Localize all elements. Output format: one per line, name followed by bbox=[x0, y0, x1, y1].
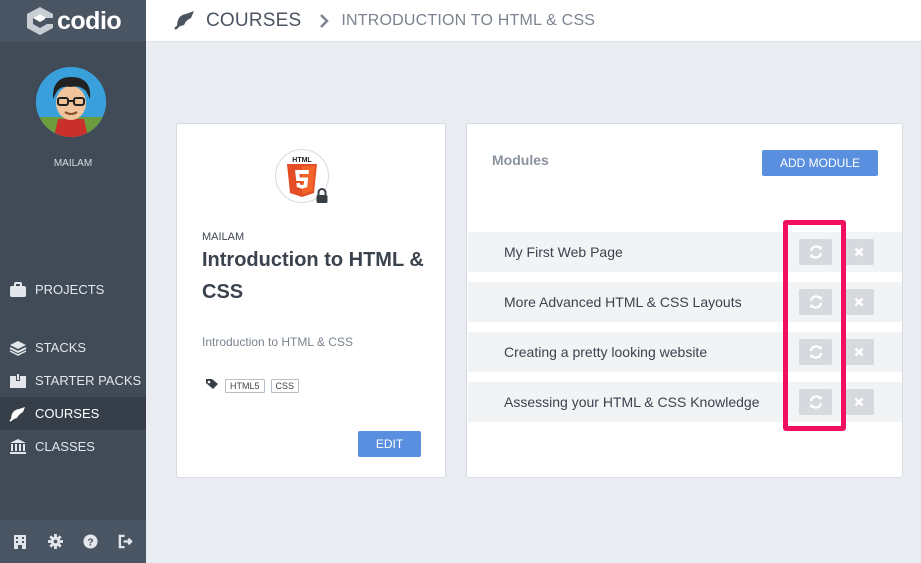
highlight-annotation bbox=[783, 220, 846, 431]
module-name[interactable]: Assessing your HTML & CSS Knowledge bbox=[504, 394, 759, 410]
nav-item-courses[interactable]: COURSES bbox=[0, 397, 146, 430]
user-avatar-image bbox=[36, 67, 106, 137]
user-name: MAILAM bbox=[53, 158, 93, 169]
close-icon bbox=[854, 347, 863, 357]
module-name[interactable]: Creating a pretty looking website bbox=[504, 344, 707, 360]
help-icon[interactable]: ? bbox=[80, 532, 100, 552]
tag-html5[interactable]: HTML5 bbox=[225, 379, 265, 393]
sidebar: codio MAILAM PROJECTS STACKS STARTER PAC… bbox=[0, 0, 146, 563]
tag-css[interactable]: CSS bbox=[270, 379, 300, 393]
nav-label-stacks: STACKS bbox=[35, 340, 87, 355]
nav-label-classes: CLASSES bbox=[35, 439, 95, 454]
chevron-right-icon bbox=[319, 13, 330, 28]
courses-icon bbox=[174, 10, 198, 32]
module-name[interactable]: More Advanced HTML & CSS Layouts bbox=[504, 294, 742, 310]
sidebar-footer: ? bbox=[0, 520, 146, 563]
package-icon bbox=[8, 371, 28, 391]
courses-icon bbox=[8, 404, 28, 424]
avatar[interactable] bbox=[36, 67, 106, 137]
close-icon bbox=[854, 247, 863, 257]
edit-button[interactable]: EDIT bbox=[358, 431, 421, 457]
institution-icon bbox=[8, 437, 28, 457]
brand[interactable]: codio bbox=[0, 0, 146, 42]
building-icon[interactable] bbox=[10, 532, 30, 552]
modules-title: Modules bbox=[492, 152, 549, 168]
remove-module-button[interactable] bbox=[843, 239, 874, 265]
tag-icon bbox=[205, 377, 219, 395]
svg-text:HTML: HTML bbox=[292, 157, 312, 164]
course-tags: HTML5 CSS bbox=[205, 377, 300, 395]
breadcrumb-root[interactable]: COURSES bbox=[206, 10, 301, 32]
gear-icon[interactable] bbox=[45, 532, 65, 552]
close-icon bbox=[854, 297, 863, 307]
nav-label-projects: PROJECTS bbox=[35, 282, 105, 297]
brand-name: codio bbox=[57, 6, 122, 35]
nav-label-courses: COURSES bbox=[35, 406, 100, 421]
course-owner: MAILAM bbox=[202, 231, 245, 243]
nav-item-classes[interactable]: CLASSES bbox=[0, 430, 146, 463]
breadcrumb: COURSES INTRODUCTION TO HTML & CSS bbox=[146, 0, 921, 42]
layers-icon bbox=[8, 338, 28, 358]
nav-label-starter-packs: STARTER PACKS bbox=[35, 373, 142, 388]
add-module-button[interactable]: ADD MODULE bbox=[762, 150, 878, 176]
course-description: Introduction to HTML & CSS bbox=[202, 335, 353, 349]
close-icon bbox=[854, 397, 863, 407]
nav-item-projects[interactable]: PROJECTS bbox=[0, 273, 146, 306]
nav-item-stacks[interactable]: STACKS bbox=[0, 331, 146, 364]
remove-module-button[interactable] bbox=[843, 389, 874, 415]
svg-text:?: ? bbox=[87, 537, 93, 548]
course-card: HTML MAILAM Introduction to HTML & CSS I… bbox=[176, 123, 446, 478]
codio-logo-icon bbox=[27, 7, 54, 35]
remove-module-button[interactable] bbox=[843, 339, 874, 365]
nav-item-starter-packs[interactable]: STARTER PACKS bbox=[0, 364, 146, 397]
remove-module-button[interactable] bbox=[843, 289, 874, 315]
course-title: Introduction to HTML & CSS bbox=[202, 249, 424, 303]
logout-icon[interactable] bbox=[115, 532, 135, 552]
module-name[interactable]: My First Web Page bbox=[504, 244, 623, 260]
breadcrumb-current: INTRODUCTION TO HTML & CSS bbox=[341, 11, 596, 29]
briefcase-icon bbox=[8, 280, 28, 300]
lock-icon bbox=[315, 188, 329, 209]
